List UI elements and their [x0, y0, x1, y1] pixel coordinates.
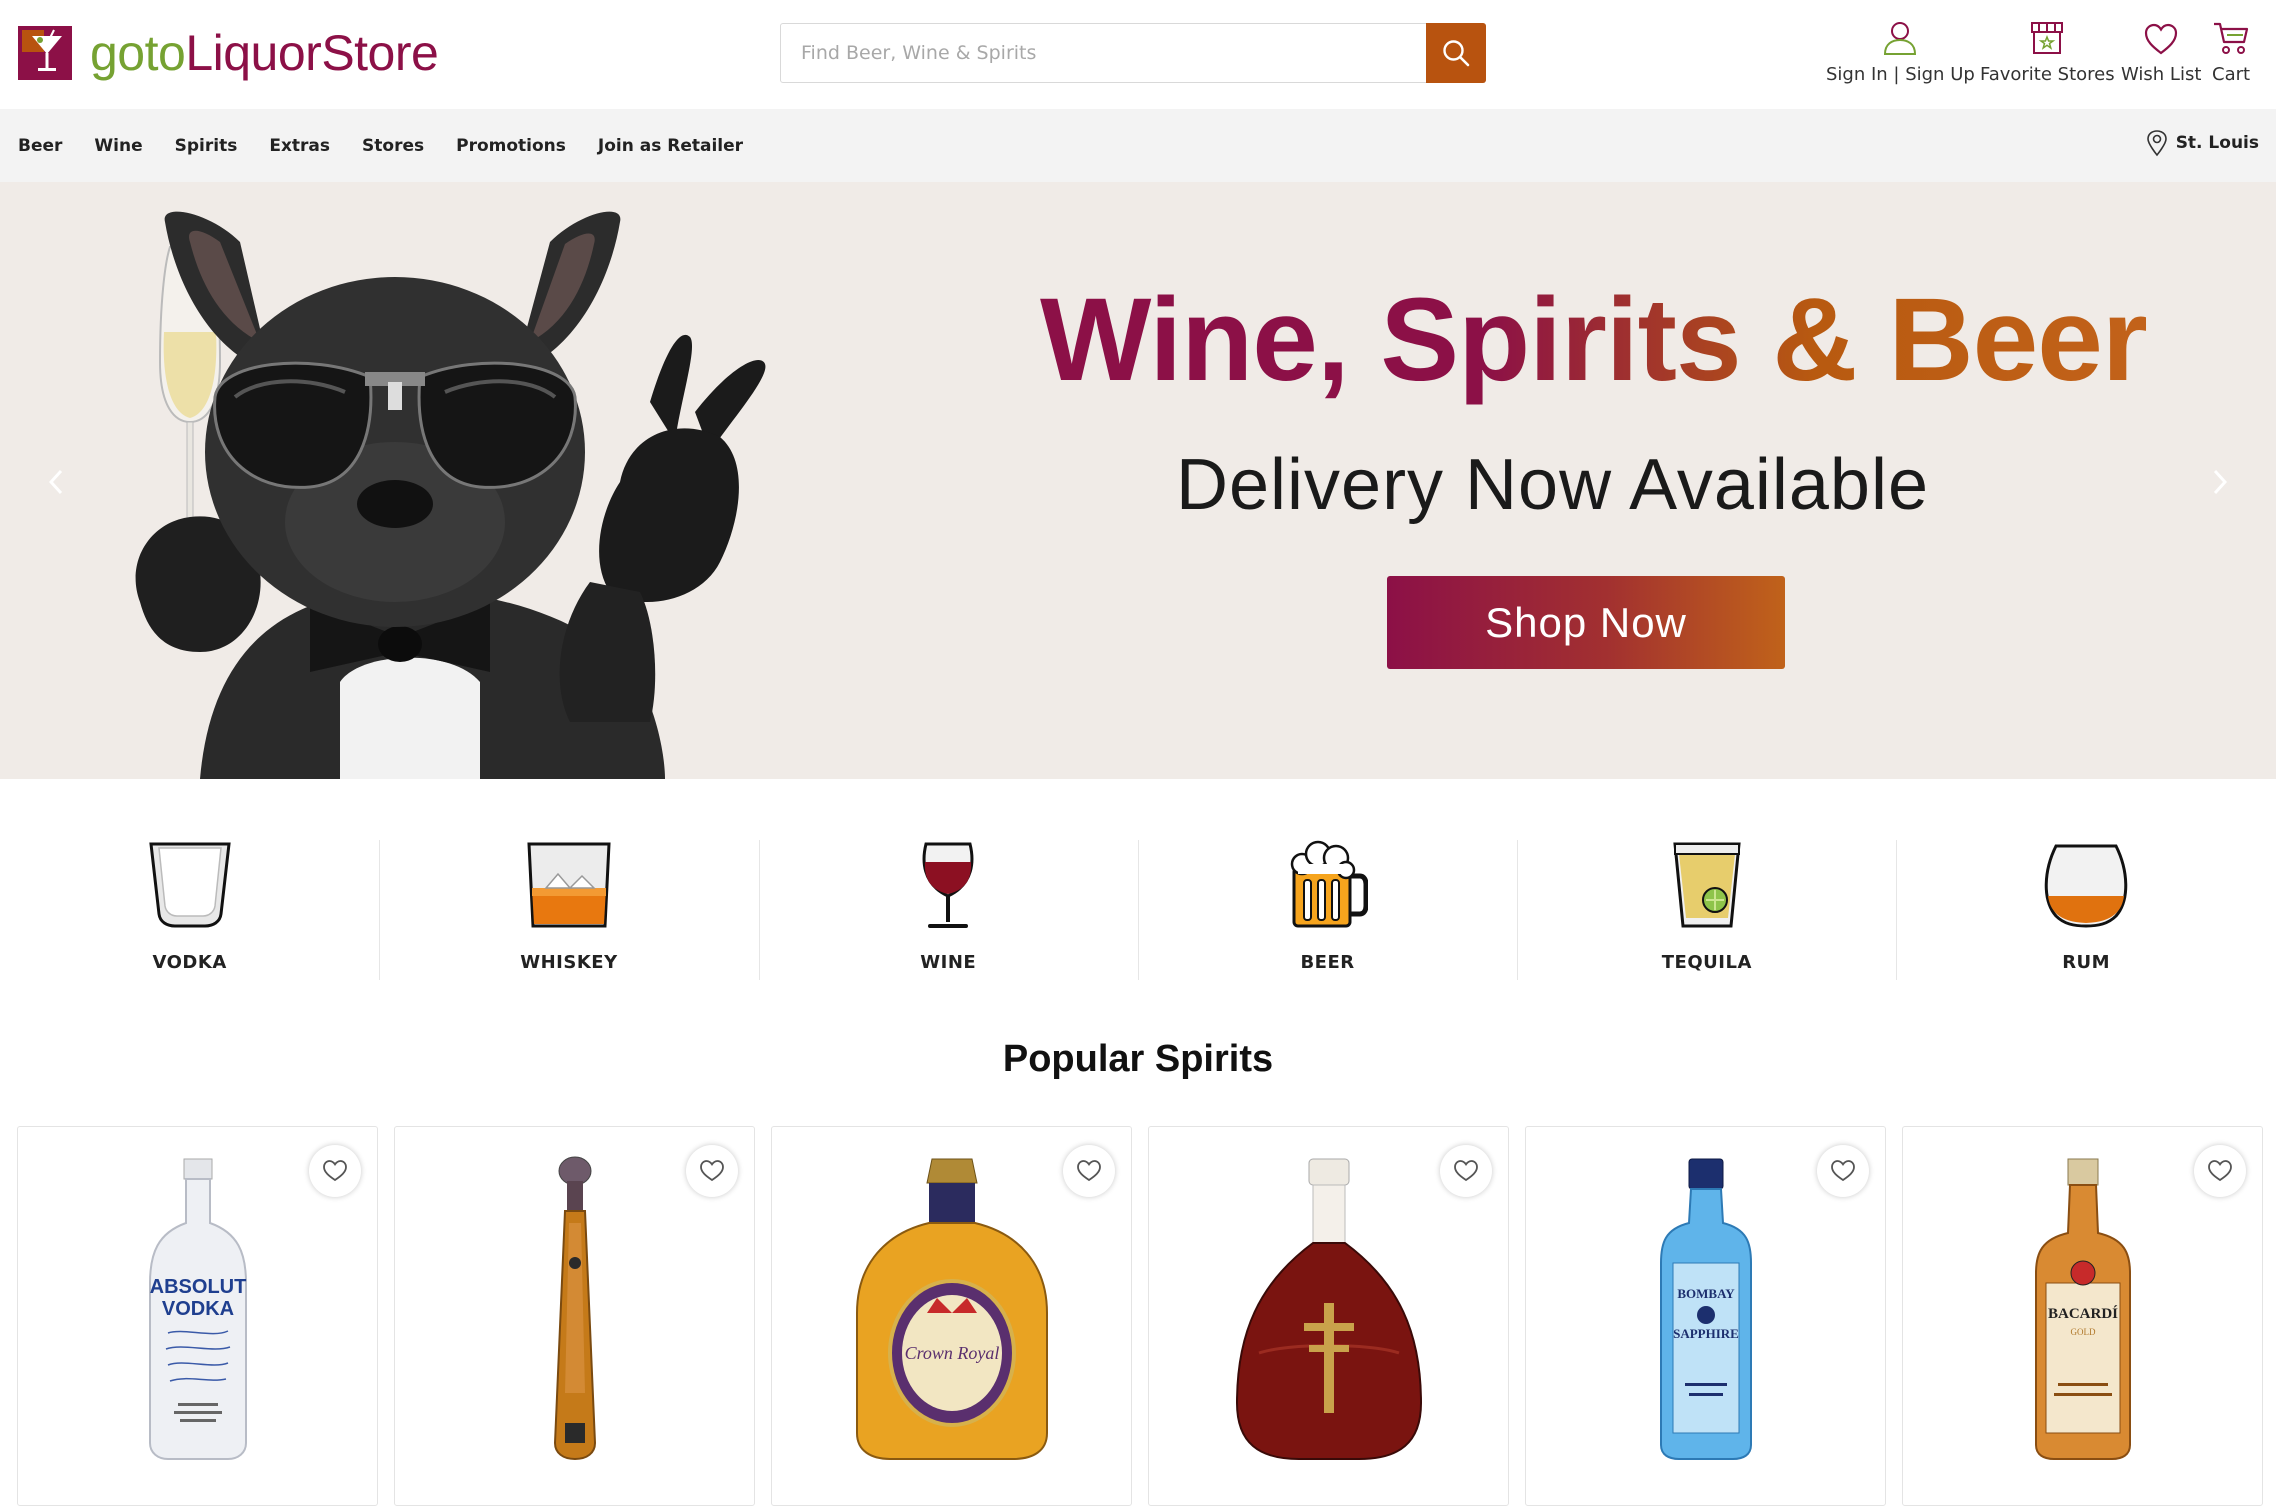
favorite-stores-label: Favorite Stores	[1980, 64, 2115, 85]
nav-item-wine[interactable]: Wine	[94, 136, 142, 156]
tequila-shot-icon	[1673, 842, 1741, 928]
product-card[interactable]: BOMBAY SAPPHIRE	[1525, 1126, 1886, 1506]
product-card[interactable]: BACARDÍ GOLD	[1902, 1126, 2263, 1506]
category-rum[interactable]: RUM	[1896, 840, 2275, 980]
heart-icon	[2145, 23, 2178, 55]
search-bar	[780, 23, 1486, 83]
category-beer[interactable]: BEER	[1137, 840, 1517, 980]
category-label: WINE	[920, 952, 977, 973]
whiskey-glass-icon	[527, 842, 611, 928]
popular-spirits-heading: Popular Spirits	[1002, 1038, 1274, 1080]
category-whiskey[interactable]: WHISKEY	[379, 840, 758, 980]
vodka-glass-icon	[148, 842, 231, 928]
map-pin-icon	[2146, 130, 2167, 157]
category-label: WHISKEY	[520, 952, 618, 973]
favorite-stores-link[interactable]: Favorite Stores	[1980, 16, 2115, 85]
logo-text-liquorstore: LiquorStore	[185, 25, 439, 81]
vodka-label-text: VODKA	[161, 1298, 233, 1320]
hero-dog-illustration	[135, 211, 766, 779]
bombay-label-text: BOMBAY	[1677, 1286, 1735, 1301]
hero-subtitle: Delivery Now Available	[1176, 445, 1930, 525]
hero-title: Wine, Spirits & Beer	[1040, 274, 2148, 406]
cognac-bottle-image	[1235, 1158, 1422, 1460]
hero-prev-arrow[interactable]	[36, 462, 76, 502]
wish-list-label: Wish List	[2121, 64, 2202, 85]
sapphire-label-text: SAPPHIRE	[1673, 1326, 1739, 1341]
hero-next-arrow[interactable]	[2200, 462, 2240, 502]
bombay-sapphire-bottle-image: BOMBAY SAPPHIRE	[1659, 1158, 1752, 1460]
chevron-right-icon	[2213, 469, 2228, 495]
category-vodka[interactable]: VODKA	[0, 840, 379, 980]
nav-item-join-retailer[interactable]: Join as Retailer	[598, 136, 743, 156]
search-icon	[1443, 40, 1470, 67]
category-wine[interactable]: WINE	[758, 840, 1138, 980]
nav-item-beer[interactable]: Beer	[18, 136, 62, 156]
logo-cocktail-icon	[18, 26, 72, 80]
tequila-bottle-image	[553, 1156, 596, 1461]
sign-in-link[interactable]: Sign In | Sign Up	[1826, 16, 1975, 85]
cart-icon	[2214, 22, 2249, 54]
category-label: VODKA	[152, 952, 227, 973]
category-label: BEER	[1300, 952, 1355, 973]
location-label: St. Louis	[2175, 133, 2259, 153]
user-icon	[1884, 22, 1917, 55]
wine-glass-icon	[922, 842, 974, 928]
gold-label-text: GOLD	[2070, 1327, 2095, 1337]
absolut-vodka-bottle-image: ABSOLUT VODKA	[148, 1158, 247, 1460]
site-header: gotoLiquorStore Sign In | Sign Up	[0, 0, 2276, 109]
nav-item-promotions[interactable]: Promotions	[456, 136, 566, 156]
nav-item-spirits[interactable]: Spirits	[175, 136, 238, 156]
sign-in-label: Sign In | Sign Up	[1826, 64, 1975, 85]
cart-label: Cart	[2212, 64, 2251, 85]
category-label: TEQUILA	[1661, 952, 1752, 973]
category-strip: VODKA WHISKEY WINE BEER TEQUILA RUM	[0, 840, 2276, 980]
bacardi-label-text: BACARDÍ	[2047, 1305, 2117, 1322]
store-icon	[2031, 22, 2064, 54]
hero-banner[interactable]: Wine, Spirits & Beer Delivery Now Availa…	[0, 182, 2276, 779]
nav-item-stores[interactable]: Stores	[362, 136, 424, 156]
bacardi-gold-bottle-image: BACARDÍ GOLD	[2034, 1158, 2131, 1460]
shop-now-button[interactable]: Shop Now	[1387, 576, 1785, 669]
rum-glass-icon	[2044, 844, 2128, 928]
category-label: RUM	[2062, 952, 2111, 973]
site-logo[interactable]: gotoLiquorStore	[18, 25, 439, 81]
search-button[interactable]	[1426, 23, 1486, 83]
nav-item-extras[interactable]: Extras	[269, 136, 330, 156]
beer-mug-icon	[1290, 840, 1368, 928]
absolut-label-text: ABSOLUT	[149, 1276, 246, 1298]
cart-link[interactable]: Cart	[2212, 16, 2250, 85]
product-card[interactable]	[1148, 1126, 1509, 1506]
wish-list-link[interactable]: Wish List	[2121, 16, 2201, 85]
logo-text: gotoLiquorStore	[90, 25, 439, 81]
logo-text-goto: goto	[90, 25, 186, 81]
product-grid: ABSOLUT VODKA Crown Royal BOMBAY SAPPHIR…	[17, 1126, 2263, 1506]
product-card[interactable]: ABSOLUT VODKA	[17, 1126, 378, 1506]
chevron-left-icon	[48, 469, 63, 495]
location-selector[interactable]: St. Louis	[2146, 129, 2259, 157]
crown-royal-bottle-image: Crown Royal	[855, 1158, 1048, 1460]
search-input[interactable]	[781, 24, 1427, 82]
product-card[interactable]	[394, 1126, 755, 1506]
main-nav: Beer Wine Spirits Extras Stores Promotio…	[0, 109, 2276, 182]
category-tequila[interactable]: TEQUILA	[1517, 840, 1896, 980]
crown-royal-label-text: Crown Royal	[904, 1343, 999, 1363]
product-card[interactable]: Crown Royal	[771, 1126, 1132, 1506]
